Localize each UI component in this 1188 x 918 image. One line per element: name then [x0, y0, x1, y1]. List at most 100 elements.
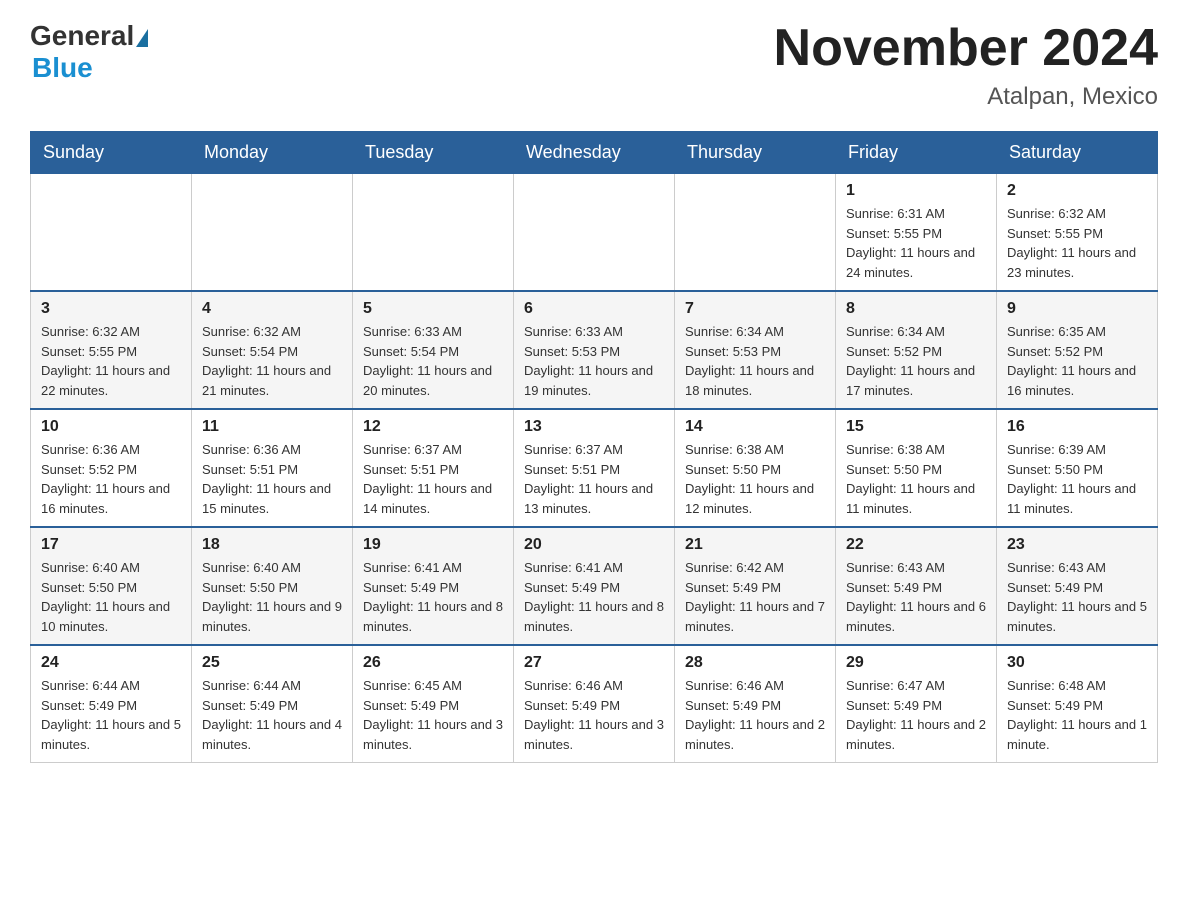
day-info: Sunrise: 6:36 AM Sunset: 5:51 PM Dayligh… — [202, 440, 342, 518]
day-info: Sunrise: 6:37 AM Sunset: 5:51 PM Dayligh… — [524, 440, 664, 518]
day-info: Sunrise: 6:32 AM Sunset: 5:55 PM Dayligh… — [1007, 204, 1147, 282]
calendar-cell: 18 Sunrise: 6:40 AM Sunset: 5:50 PM Dayli… — [192, 527, 353, 645]
day-info: Sunrise: 6:35 AM Sunset: 5:52 PM Dayligh… — [1007, 322, 1147, 400]
calendar-cell — [675, 174, 836, 292]
title-area: November 2024 Atalpan, Mexico — [774, 20, 1158, 111]
day-number: 9 — [1007, 300, 1147, 318]
week-row-3: 10Sunrise: 6:36 AM Sunset: 5:52 PM Dayli… — [31, 409, 1158, 527]
header-row: Sunday Monday Tuesday Wednesday Thursday… — [31, 132, 1158, 174]
day-number: 30 — [1007, 654, 1147, 672]
day-number: 24 — [41, 654, 181, 672]
calendar-cell: 4 Sunrise: 6:32 AM Sunset: 5:54 PM Daylig… — [192, 291, 353, 409]
calendar-cell: 7Sunrise: 6:34 AM Sunset: 5:53 PM Daylig… — [675, 291, 836, 409]
day-info: Sunrise: 6:43 AM Sunset: 5:49 PM Dayligh… — [1007, 558, 1147, 636]
calendar-cell: 13 Sunrise: 6:37 AM Sunset: 5:51 PM Dayli… — [514, 409, 675, 527]
day-number: 15 — [846, 418, 986, 436]
calendar-cell — [192, 174, 353, 292]
day-info: Sunrise: 6:38 AM Sunset: 5:50 PM Dayligh… — [846, 440, 986, 518]
day-number: 29 — [846, 654, 986, 672]
col-wednesday: Wednesday — [514, 132, 675, 174]
day-info: Sunrise: 6:31 AM Sunset: 5:55 PM Dayligh… — [846, 204, 986, 282]
day-info: Sunrise: 6:40 AM Sunset: 5:50 PM Dayligh… — [202, 558, 342, 636]
calendar-cell: 12 Sunrise: 6:37 AM Sunset: 5:51 PM Dayli… — [353, 409, 514, 527]
page-header: General Blue November 2024 Atalpan, Mexi… — [30, 20, 1158, 111]
calendar-cell — [514, 174, 675, 292]
day-info: Sunrise: 6:32 AM Sunset: 5:55 PM Dayligh… — [41, 322, 181, 400]
calendar-cell: 28 Sunrise: 6:46 AM Sunset: 5:49 PM Dayli… — [675, 645, 836, 763]
calendar-cell: 15 Sunrise: 6:38 AM Sunset: 5:50 PM Dayli… — [836, 409, 997, 527]
day-info: Sunrise: 6:43 AM Sunset: 5:49 PM Dayligh… — [846, 558, 986, 636]
calendar-table: Sunday Monday Tuesday Wednesday Thursday… — [30, 131, 1158, 763]
day-number: 4 — [202, 300, 342, 318]
calendar-cell: 8Sunrise: 6:34 AM Sunset: 5:52 PM Daylig… — [836, 291, 997, 409]
day-number: 14 — [685, 418, 825, 436]
day-number: 21 — [685, 536, 825, 554]
day-number: 11 — [202, 418, 342, 436]
calendar-cell: 17Sunrise: 6:40 AM Sunset: 5:50 PM Dayli… — [31, 527, 192, 645]
day-number: 3 — [41, 300, 181, 318]
week-row-1: 1 Sunrise: 6:31 AM Sunset: 5:55 PM Daylig… — [31, 174, 1158, 292]
week-row-2: 3 Sunrise: 6:32 AM Sunset: 5:55 PM Daylig… — [31, 291, 1158, 409]
col-monday: Monday — [192, 132, 353, 174]
day-info: Sunrise: 6:33 AM Sunset: 5:54 PM Dayligh… — [363, 322, 503, 400]
day-number: 18 — [202, 536, 342, 554]
calendar-title: November 2024 — [774, 20, 1158, 77]
calendar-cell: 11 Sunrise: 6:36 AM Sunset: 5:51 PM Dayli… — [192, 409, 353, 527]
calendar-cell: 30Sunrise: 6:48 AM Sunset: 5:49 PM Dayli… — [997, 645, 1158, 763]
calendar-cell: 10Sunrise: 6:36 AM Sunset: 5:52 PM Dayli… — [31, 409, 192, 527]
day-info: Sunrise: 6:44 AM Sunset: 5:49 PM Dayligh… — [202, 676, 342, 754]
day-info: Sunrise: 6:46 AM Sunset: 5:49 PM Dayligh… — [685, 676, 825, 754]
calendar-cell: 19Sunrise: 6:41 AM Sunset: 5:49 PM Dayli… — [353, 527, 514, 645]
day-number: 22 — [846, 536, 986, 554]
day-info: Sunrise: 6:39 AM Sunset: 5:50 PM Dayligh… — [1007, 440, 1147, 518]
day-number: 16 — [1007, 418, 1147, 436]
calendar-cell: 24 Sunrise: 6:44 AM Sunset: 5:49 PM Dayli… — [31, 645, 192, 763]
day-number: 23 — [1007, 536, 1147, 554]
day-info: Sunrise: 6:41 AM Sunset: 5:49 PM Dayligh… — [524, 558, 664, 636]
day-number: 8 — [846, 300, 986, 318]
day-number: 12 — [363, 418, 503, 436]
calendar-cell: 14 Sunrise: 6:38 AM Sunset: 5:50 PM Dayli… — [675, 409, 836, 527]
calendar-cell: 9 Sunrise: 6:35 AM Sunset: 5:52 PM Daylig… — [997, 291, 1158, 409]
calendar-cell: 21 Sunrise: 6:42 AM Sunset: 5:49 PM Dayli… — [675, 527, 836, 645]
calendar-cell: 5 Sunrise: 6:33 AM Sunset: 5:54 PM Daylig… — [353, 291, 514, 409]
calendar-cell: 22 Sunrise: 6:43 AM Sunset: 5:49 PM Dayli… — [836, 527, 997, 645]
day-info: Sunrise: 6:37 AM Sunset: 5:51 PM Dayligh… — [363, 440, 503, 518]
calendar-cell — [31, 174, 192, 292]
day-info: Sunrise: 6:42 AM Sunset: 5:49 PM Dayligh… — [685, 558, 825, 636]
calendar-cell: 27Sunrise: 6:46 AM Sunset: 5:49 PM Dayli… — [514, 645, 675, 763]
calendar-subtitle: Atalpan, Mexico — [774, 83, 1158, 111]
calendar-cell: 23 Sunrise: 6:43 AM Sunset: 5:49 PM Dayli… — [997, 527, 1158, 645]
logo-general-text: General — [30, 20, 134, 52]
col-sunday: Sunday — [31, 132, 192, 174]
day-number: 25 — [202, 654, 342, 672]
day-info: Sunrise: 6:33 AM Sunset: 5:53 PM Dayligh… — [524, 322, 664, 400]
day-number: 26 — [363, 654, 503, 672]
day-number: 20 — [524, 536, 664, 554]
logo-blue-text: Blue — [32, 52, 148, 84]
week-row-5: 24 Sunrise: 6:44 AM Sunset: 5:49 PM Dayli… — [31, 645, 1158, 763]
col-friday: Friday — [836, 132, 997, 174]
col-saturday: Saturday — [997, 132, 1158, 174]
day-info: Sunrise: 6:32 AM Sunset: 5:54 PM Dayligh… — [202, 322, 342, 400]
day-info: Sunrise: 6:45 AM Sunset: 5:49 PM Dayligh… — [363, 676, 503, 754]
day-info: Sunrise: 6:38 AM Sunset: 5:50 PM Dayligh… — [685, 440, 825, 518]
logo: General Blue — [30, 20, 148, 84]
day-number: 7 — [685, 300, 825, 318]
calendar-cell: 29 Sunrise: 6:47 AM Sunset: 5:49 PM Dayli… — [836, 645, 997, 763]
day-info: Sunrise: 6:41 AM Sunset: 5:49 PM Dayligh… — [363, 558, 503, 636]
day-info: Sunrise: 6:47 AM Sunset: 5:49 PM Dayligh… — [846, 676, 986, 754]
calendar-cell: 25 Sunrise: 6:44 AM Sunset: 5:49 PM Dayli… — [192, 645, 353, 763]
day-info: Sunrise: 6:46 AM Sunset: 5:49 PM Dayligh… — [524, 676, 664, 754]
col-thursday: Thursday — [675, 132, 836, 174]
calendar-cell: 2 Sunrise: 6:32 AM Sunset: 5:55 PM Daylig… — [997, 174, 1158, 292]
day-number: 1 — [846, 182, 986, 200]
day-info: Sunrise: 6:44 AM Sunset: 5:49 PM Dayligh… — [41, 676, 181, 754]
day-number: 28 — [685, 654, 825, 672]
day-info: Sunrise: 6:36 AM Sunset: 5:52 PM Dayligh… — [41, 440, 181, 518]
day-number: 2 — [1007, 182, 1147, 200]
calendar-cell: 1 Sunrise: 6:31 AM Sunset: 5:55 PM Daylig… — [836, 174, 997, 292]
week-row-4: 17Sunrise: 6:40 AM Sunset: 5:50 PM Dayli… — [31, 527, 1158, 645]
day-number: 13 — [524, 418, 664, 436]
day-number: 5 — [363, 300, 503, 318]
